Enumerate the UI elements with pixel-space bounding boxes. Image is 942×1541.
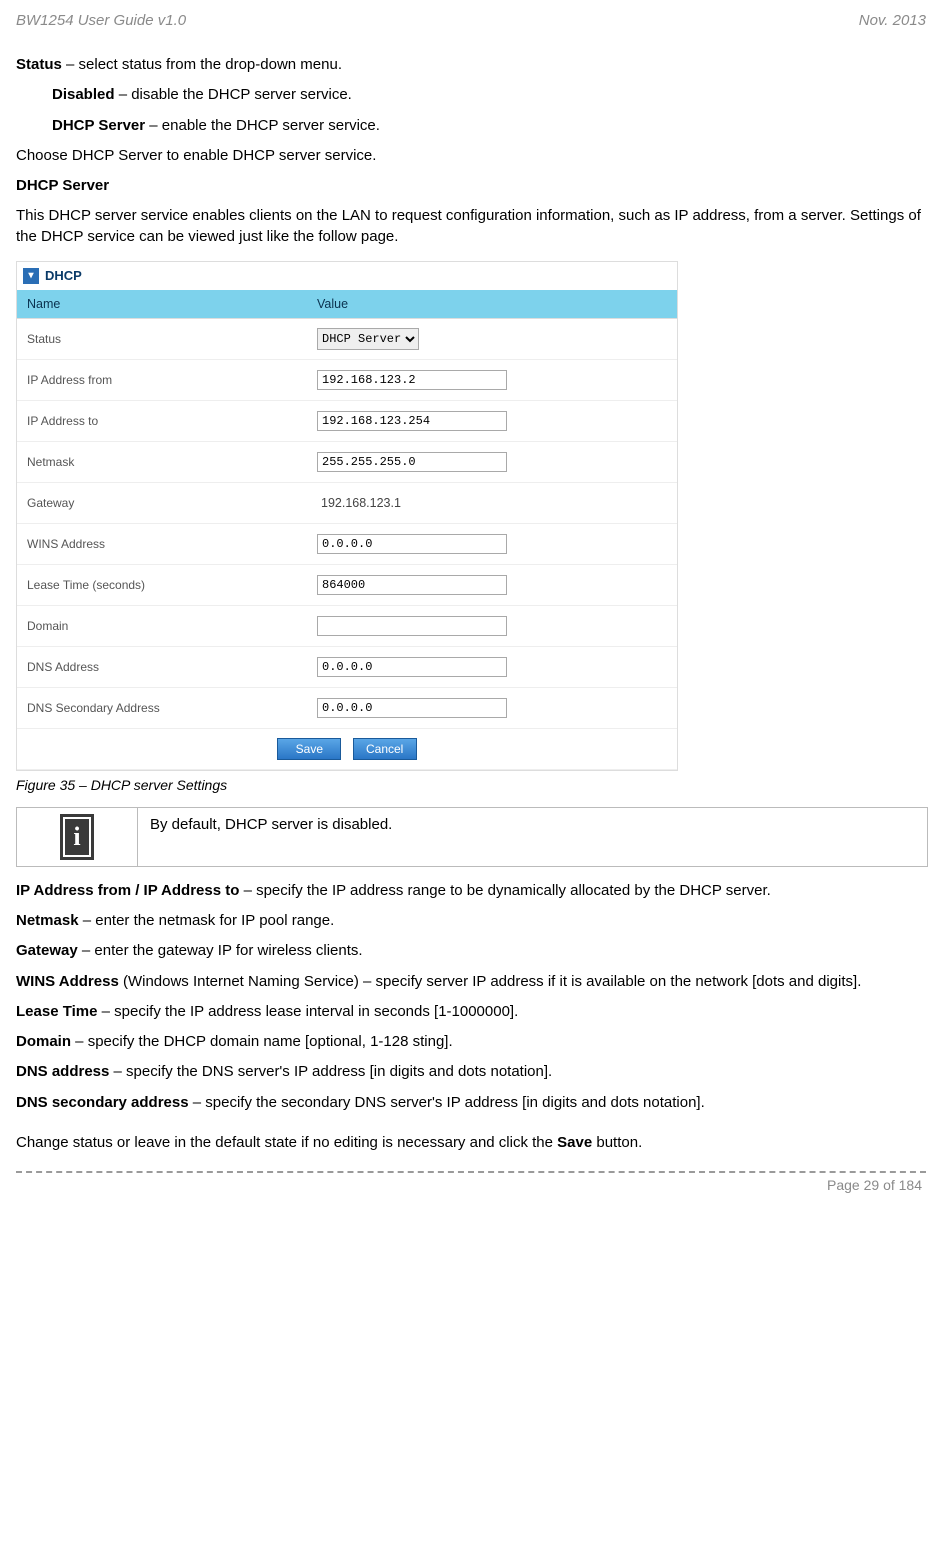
change-line-pre: Change status or leave in the default st…	[16, 1134, 557, 1151]
status-line: Status – select status from the drop-dow…	[16, 55, 926, 75]
def-wins-label: WINS Address	[16, 973, 119, 990]
col-value-header: Value	[307, 290, 677, 319]
change-line-post: button.	[592, 1134, 642, 1151]
row-label-dns: DNS Address	[17, 646, 307, 687]
table-row: Status DHCP Server	[17, 318, 677, 359]
doc-date: Nov. 2013	[859, 12, 926, 29]
dhcp-settings-screenshot: ▾ DHCP Name Value Status DHCP Server IP …	[16, 261, 678, 771]
dns-input[interactable]	[317, 657, 507, 677]
figure-caption: Figure 35 – DHCP server Settings	[16, 777, 926, 793]
dhcp-server-option-line: DHCP Server – enable the DHCP server ser…	[52, 116, 926, 136]
disabled-line: Disabled – disable the DHCP server servi…	[52, 85, 926, 105]
table-row: Gateway 192.168.123.1	[17, 482, 677, 523]
cancel-button[interactable]: Cancel	[353, 738, 417, 760]
row-label-wins: WINS Address	[17, 523, 307, 564]
def-dns2: DNS secondary address – specify the seco…	[16, 1093, 926, 1113]
status-select[interactable]: DHCP Server	[317, 328, 419, 350]
def-dns: DNS address – specify the DNS server's I…	[16, 1062, 926, 1082]
col-name-header: Name	[17, 290, 307, 319]
collapse-icon[interactable]: ▾	[23, 268, 39, 284]
def-gateway-label: Gateway	[16, 942, 78, 959]
dns2-input[interactable]	[317, 698, 507, 718]
page-header: BW1254 User Guide v1.0 Nov. 2013	[16, 12, 926, 29]
change-line-bold: Save	[557, 1134, 592, 1151]
panel-title: DHCP	[45, 268, 82, 283]
def-lease: Lease Time – specify the IP address leas…	[16, 1002, 926, 1022]
def-gateway: Gateway – enter the gateway IP for wirel…	[16, 941, 926, 961]
change-line: Change status or leave in the default st…	[16, 1133, 926, 1153]
lease-input[interactable]	[317, 575, 507, 595]
ip-to-input[interactable]	[317, 411, 507, 431]
def-domain: Domain – specify the DHCP domain name [o…	[16, 1032, 926, 1052]
dhcp-server-heading: DHCP Server	[16, 176, 926, 196]
row-label-domain: Domain	[17, 605, 307, 646]
page-footer: Page 29 of 184	[16, 1177, 926, 1193]
info-icon: i	[60, 814, 94, 860]
def-wins: WINS Address (Windows Internet Naming Se…	[16, 972, 926, 992]
table-row: WINS Address	[17, 523, 677, 564]
table-buttons-row: Save Cancel	[17, 728, 677, 769]
def-lease-label: Lease Time	[16, 1003, 97, 1020]
netmask-input[interactable]	[317, 452, 507, 472]
def-ip-range: IP Address from / IP Address to – specif…	[16, 881, 926, 901]
doc-title: BW1254 User Guide v1.0	[16, 12, 186, 29]
table-row: DNS Secondary Address	[17, 687, 677, 728]
def-netmask-rest: – enter the netmask for IP pool range.	[79, 912, 335, 929]
footer-separator	[16, 1171, 926, 1173]
disabled-rest: – disable the DHCP server service.	[115, 86, 352, 103]
def-dns2-rest: – specify the secondary DNS server's IP …	[189, 1094, 705, 1111]
row-label-status: Status	[17, 318, 307, 359]
table-row: IP Address from	[17, 359, 677, 400]
def-wins-rest: (Windows Internet Naming Service) – spec…	[119, 973, 862, 990]
dhcp-server-option-rest: – enable the DHCP server service.	[145, 117, 380, 134]
save-button[interactable]: Save	[277, 738, 341, 760]
def-ip-range-label: IP Address from / IP Address to	[16, 882, 239, 899]
def-dns-label: DNS address	[16, 1063, 109, 1080]
wins-input[interactable]	[317, 534, 507, 554]
table-row: Domain	[17, 605, 677, 646]
table-row: Netmask	[17, 441, 677, 482]
def-netmask: Netmask – enter the netmask for IP pool …	[16, 911, 926, 931]
dhcp-server-heading-b: DHCP Server	[16, 177, 109, 194]
def-netmask-label: Netmask	[16, 912, 79, 929]
dhcp-server-option-label: DHCP Server	[52, 117, 145, 134]
row-label-ip-from: IP Address from	[17, 359, 307, 400]
row-label-lease: Lease Time (seconds)	[17, 564, 307, 605]
row-label-netmask: Netmask	[17, 441, 307, 482]
table-row: DNS Address	[17, 646, 677, 687]
def-lease-rest: – specify the IP address lease interval …	[97, 1003, 518, 1020]
def-gateway-rest: – enter the gateway IP for wireless clie…	[78, 942, 363, 959]
row-label-ip-to: IP Address to	[17, 400, 307, 441]
panel-titlebar: ▾ DHCP	[17, 262, 677, 290]
gateway-value: 192.168.123.1	[317, 496, 401, 510]
status-label: Status	[16, 56, 62, 73]
ip-from-input[interactable]	[317, 370, 507, 390]
info-box: i By default, DHCP server is disabled.	[16, 807, 928, 867]
table-header-row: Name Value	[17, 290, 677, 319]
dhcp-table: Name Value Status DHCP Server IP Address…	[17, 290, 677, 770]
row-label-dns2: DNS Secondary Address	[17, 687, 307, 728]
table-row: IP Address to	[17, 400, 677, 441]
dhcp-server-desc: This DHCP server service enables clients…	[16, 206, 926, 247]
def-dns2-label: DNS secondary address	[16, 1094, 189, 1111]
def-domain-rest: – specify the DHCP domain name [optional…	[71, 1033, 453, 1050]
row-label-gateway: Gateway	[17, 482, 307, 523]
def-ip-range-rest: – specify the IP address range to be dyn…	[239, 882, 770, 899]
domain-input[interactable]	[317, 616, 507, 636]
disabled-label: Disabled	[52, 86, 115, 103]
info-text: By default, DHCP server is disabled.	[138, 808, 927, 866]
info-icon-cell: i	[17, 808, 138, 866]
def-dns-rest: – specify the DNS server's IP address [i…	[109, 1063, 552, 1080]
table-row: Lease Time (seconds)	[17, 564, 677, 605]
status-rest: – select status from the drop-down menu.	[62, 56, 342, 73]
def-domain-label: Domain	[16, 1033, 71, 1050]
choose-line: Choose DHCP Server to enable DHCP server…	[16, 146, 926, 166]
